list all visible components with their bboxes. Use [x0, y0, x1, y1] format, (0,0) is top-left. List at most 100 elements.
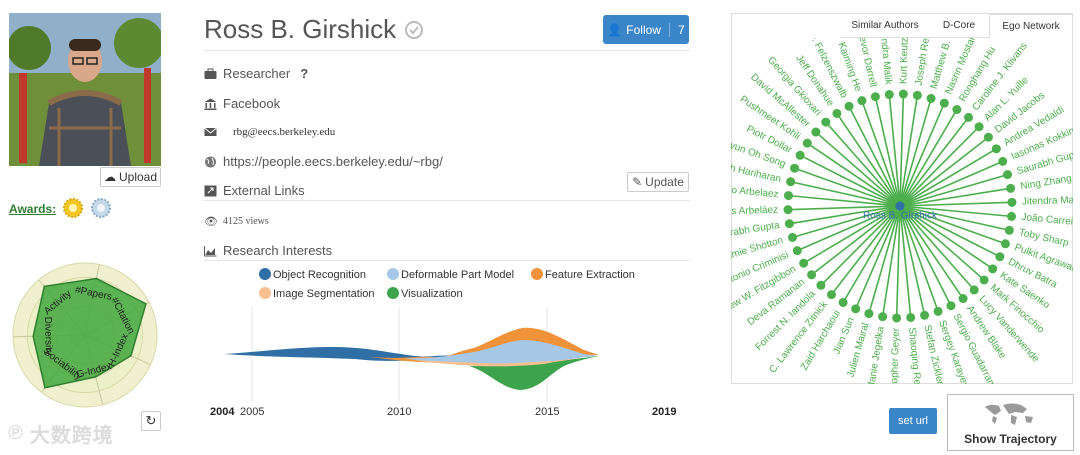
- ego-network-graph[interactable]: Kurt Keutzer Joseph RedmonMatthew B. Blas…: [731, 38, 1073, 384]
- ego-node[interactable]: [939, 98, 949, 108]
- globe-icon: [205, 156, 216, 167]
- ego-node[interactable]: [898, 89, 908, 99]
- ego-node[interactable]: [1007, 197, 1017, 207]
- legend-item[interactable]: Feature Extraction: [545, 269, 635, 281]
- ego-node[interactable]: [998, 156, 1008, 166]
- profile-photo: [9, 13, 161, 166]
- silver-medal-icon[interactable]: [90, 197, 112, 219]
- ego-node[interactable]: [969, 285, 979, 295]
- divider: [204, 50, 690, 51]
- ego-node[interactable]: [784, 219, 794, 229]
- ego-node[interactable]: [783, 205, 793, 215]
- follow-count: 7: [677, 22, 685, 37]
- briefcase-icon: [204, 68, 217, 79]
- show-trajectory-button[interactable]: Show Trajectory: [947, 394, 1074, 451]
- tab-d-core[interactable]: D-Core: [929, 14, 989, 38]
- legend-swatch: [259, 268, 271, 280]
- ego-node[interactable]: [851, 304, 861, 314]
- ego-node[interactable]: [811, 127, 821, 137]
- ego-node[interactable]: [826, 290, 836, 300]
- ego-node-label[interactable]: João Carreira: [1021, 212, 1073, 229]
- ego-node[interactable]: [802, 138, 812, 148]
- tab-similar-authors[interactable]: Similar Authors: [841, 14, 929, 38]
- legend-item[interactable]: Deformable Part Model: [401, 269, 514, 281]
- position-text: Researcher: [223, 66, 291, 81]
- ego-node-label[interactable]: Shaoqing Ren: [906, 327, 923, 384]
- ego-edge: [854, 205, 901, 310]
- ego-node[interactable]: [995, 252, 1005, 262]
- ego-node[interactable]: [920, 310, 930, 320]
- add-user-icon: 👤: [607, 22, 623, 37]
- ego-node[interactable]: [979, 275, 989, 285]
- legend-item[interactable]: Object Recognition: [273, 269, 366, 281]
- ego-node-label[interactable]: Ning Zhang: [1020, 173, 1073, 192]
- ego-node[interactable]: [991, 144, 1001, 154]
- ego-node[interactable]: [1000, 239, 1010, 249]
- legend-item[interactable]: Visualization: [401, 288, 463, 300]
- ego-node[interactable]: [790, 163, 800, 173]
- tab-ego-network[interactable]: Ego Network: [989, 14, 1073, 38]
- ego-node-label[interactable]: Kurt Keutzer: [898, 38, 911, 84]
- ego-node[interactable]: [1004, 225, 1014, 235]
- ego-node[interactable]: [838, 297, 848, 307]
- ego-node[interactable]: [792, 246, 802, 256]
- ego-node[interactable]: [864, 309, 874, 319]
- ego-node[interactable]: [1006, 183, 1016, 193]
- divider: [204, 200, 690, 201]
- ego-node[interactable]: [933, 306, 943, 316]
- ego-node[interactable]: [906, 312, 916, 322]
- ego-node[interactable]: [857, 96, 867, 106]
- external-links-heading: External Links: [223, 183, 305, 198]
- ego-node[interactable]: [786, 177, 796, 187]
- homepage-link[interactable]: https://people.eecs.berkeley.edu/~rbg/: [223, 154, 443, 169]
- ego-node[interactable]: [832, 108, 842, 118]
- follow-label: Follow: [626, 22, 661, 37]
- ego-node[interactable]: [783, 191, 793, 201]
- ego-node[interactable]: [1007, 211, 1017, 221]
- awards-label[interactable]: Awards:: [9, 202, 56, 216]
- ego-node-label[interactable]: Christopher Geyer: [889, 327, 902, 384]
- follow-button[interactable]: 👤 Follow 7: [603, 15, 689, 44]
- ego-node-label[interactable]: Jitendra Malik: [877, 38, 894, 86]
- verified-check-icon: [405, 20, 424, 39]
- ego-node[interactable]: [787, 232, 797, 242]
- ego-edge: [899, 205, 926, 316]
- ego-node[interactable]: [892, 313, 902, 323]
- ego-node[interactable]: [795, 150, 805, 160]
- ego-node[interactable]: [926, 93, 936, 103]
- ego-node[interactable]: [946, 301, 956, 311]
- refresh-button[interactable]: ↻: [141, 411, 161, 431]
- ego-node[interactable]: [870, 92, 880, 102]
- set-url-button[interactable]: set url: [889, 408, 937, 434]
- ego-node[interactable]: [964, 112, 974, 122]
- ego-node[interactable]: [912, 90, 922, 100]
- gold-medal-icon[interactable]: [62, 197, 84, 219]
- envelope-icon: [204, 127, 217, 136]
- ego-node-label[interactable]: Pablo Arbelaez: [731, 183, 779, 200]
- ego-node[interactable]: [884, 90, 894, 100]
- ego-node-label[interactable]: Jitendra Malik: [1022, 195, 1073, 208]
- ego-node[interactable]: [821, 117, 831, 127]
- ego-node[interactable]: [844, 101, 854, 111]
- ego-node[interactable]: [807, 270, 817, 280]
- help-icon[interactable]: ?: [300, 66, 308, 81]
- ego-center-node[interactable]: [895, 201, 905, 211]
- ego-node-label[interactable]: Andrés Arbeláez: [731, 205, 778, 218]
- radar-axis-label: Diversity: [42, 317, 54, 356]
- legend-item[interactable]: Image Segmentation: [273, 288, 375, 300]
- upload-button[interactable]: ☁ Upload: [100, 167, 161, 187]
- update-button[interactable]: ✎ Update: [627, 172, 689, 192]
- ego-node[interactable]: [988, 264, 998, 274]
- ego-node[interactable]: [952, 105, 962, 115]
- ego-node[interactable]: [799, 258, 809, 268]
- ego-node[interactable]: [974, 122, 984, 132]
- ego-node[interactable]: [878, 312, 888, 322]
- cloud-upload-icon: ☁: [103, 170, 116, 184]
- ego-node[interactable]: [958, 294, 968, 304]
- watermark-logo-icon: ℗: [8, 422, 24, 444]
- ego-node[interactable]: [983, 132, 993, 142]
- refresh-icon: ↻: [145, 413, 157, 428]
- ego-node[interactable]: [1003, 170, 1013, 180]
- ego-node[interactable]: [816, 280, 826, 290]
- x-tick-label: 2010: [387, 406, 411, 418]
